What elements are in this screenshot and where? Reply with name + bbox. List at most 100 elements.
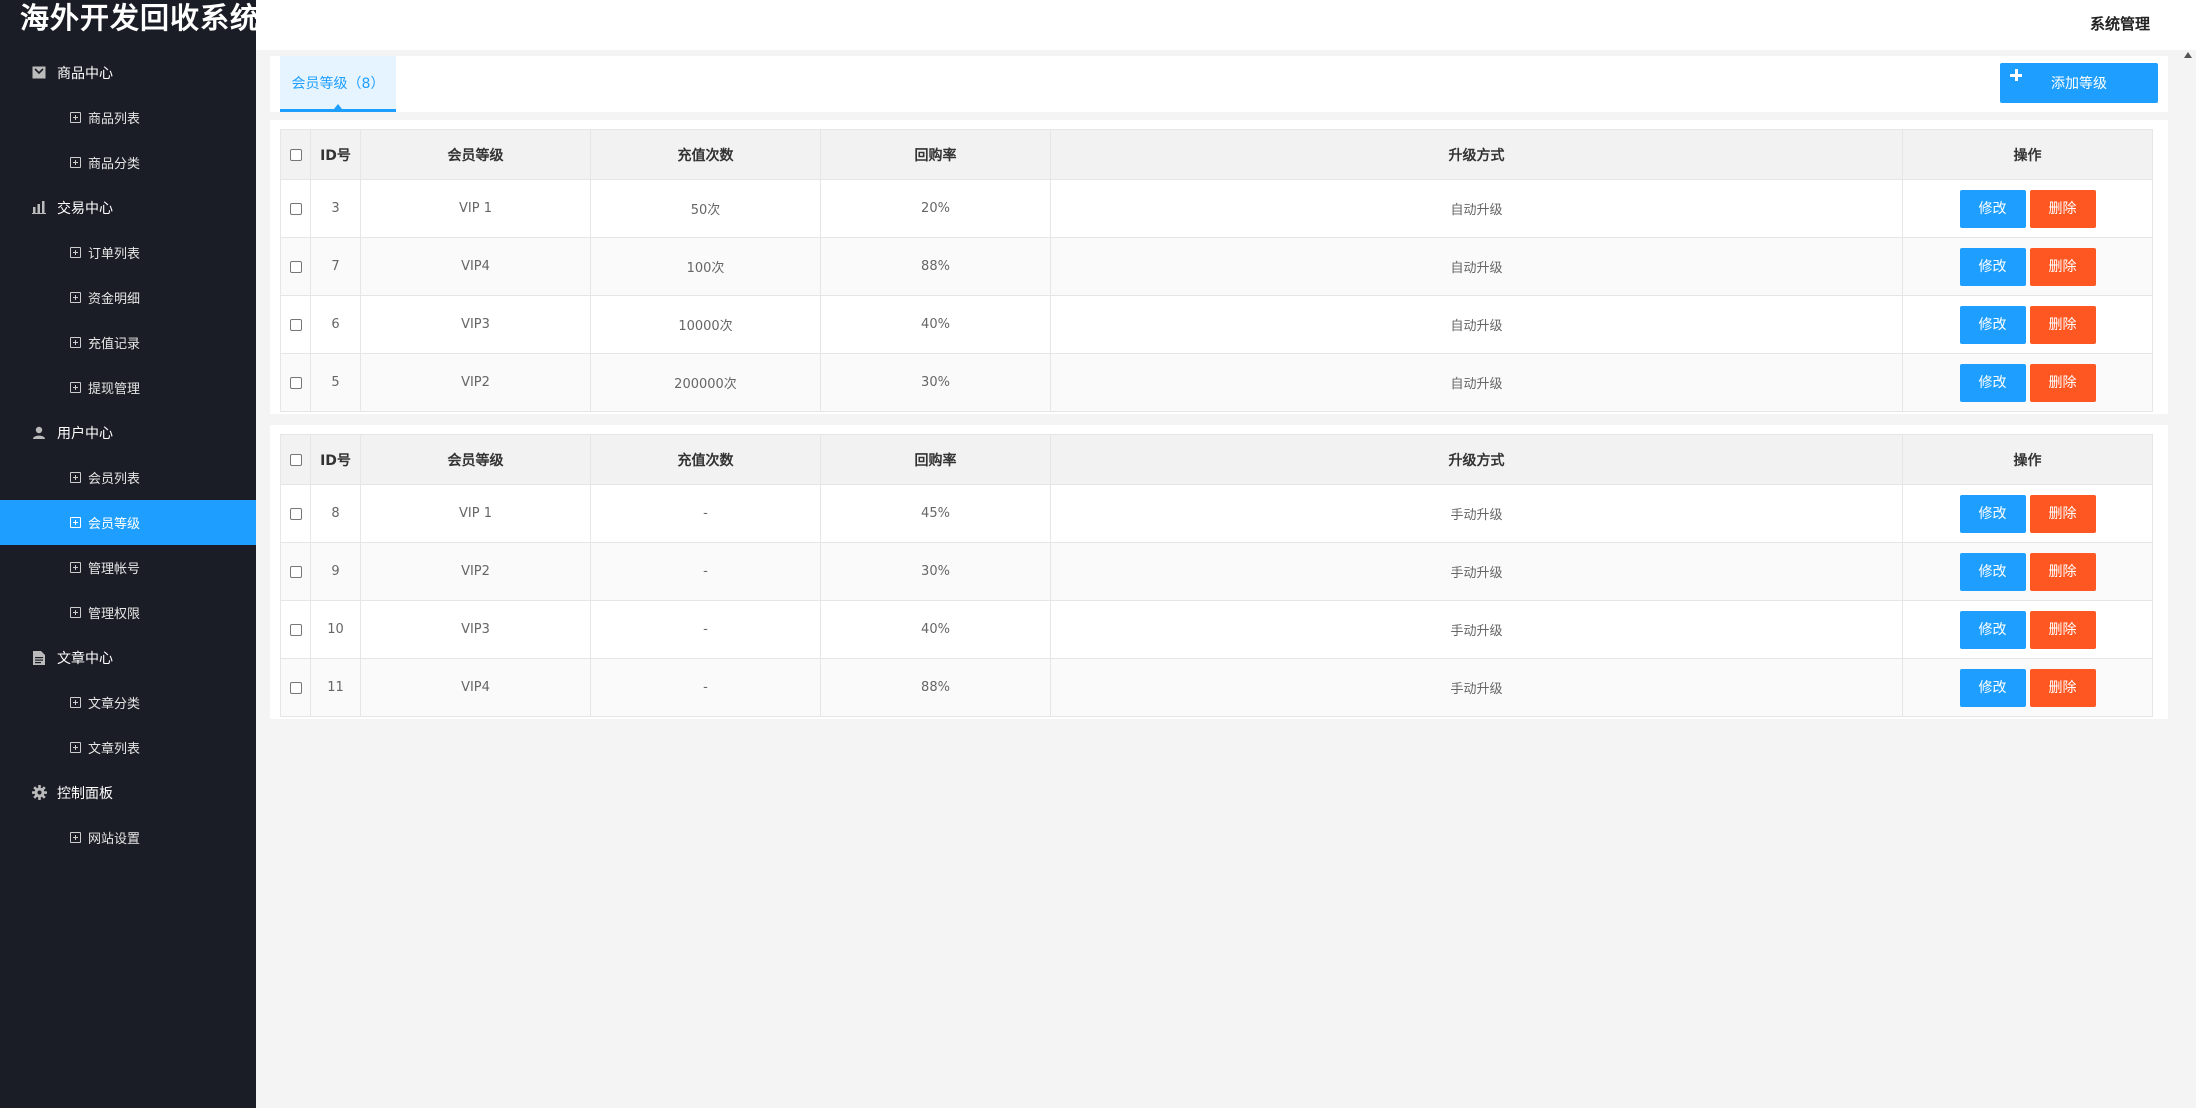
column-header-method: 升级方式: [1050, 129, 1903, 180]
sidebar-item-goods-category[interactable]: 商品分类: [0, 140, 256, 185]
column-header-recharge: 充值次数: [590, 434, 821, 485]
delete-button[interactable]: 删除: [2029, 668, 2096, 707]
table-row: 11 VIP4 - 88% 手动升级 修改 删除: [280, 658, 2153, 717]
add-level-button[interactable]: 添加等级: [2000, 63, 2158, 103]
sidebar-item-label: 文章分类: [88, 697, 141, 712]
cell-rate: 40%: [820, 295, 1051, 354]
cell-actions: 修改 删除: [1902, 237, 2153, 296]
cell-rate: 88%: [820, 237, 1051, 296]
column-header-id: ID号: [310, 129, 361, 180]
sidebar-item-orders[interactable]: 订单列表: [0, 230, 256, 275]
row-checkbox[interactable]: [289, 376, 302, 389]
row-checkbox[interactable]: [289, 318, 302, 331]
edit-button[interactable]: 修改: [1959, 668, 2026, 707]
cell-rate: 20%: [820, 179, 1051, 238]
cell-level: VIP 1: [360, 484, 591, 543]
table-row: 3 VIP 1 50次 20% 自动升级 修改 删除: [280, 179, 2153, 238]
plus-square-icon: [70, 742, 81, 753]
column-header-actions: 操作: [1902, 434, 2153, 485]
cell-level: VIP3: [360, 295, 591, 354]
cell-recharge: -: [590, 484, 821, 543]
column-header-level: 会员等级: [360, 129, 591, 180]
sidebar-group-goods[interactable]: 商品中心: [0, 50, 256, 95]
cell-recharge: -: [590, 600, 821, 659]
cell-recharge: 10000次: [590, 295, 821, 354]
level-table-panel-auto: ID号 会员等级 充值次数 回购率 升级方式 操作 3 VIP 1 50次 20…: [270, 120, 2168, 414]
sidebar-item-goods-list[interactable]: 商品列表: [0, 95, 256, 140]
sidebar-group-control[interactable]: 控制面板: [0, 770, 256, 815]
cell-actions: 修改 删除: [1902, 600, 2153, 659]
sidebar-item-funds[interactable]: 资金明细: [0, 275, 256, 320]
delete-button[interactable]: 删除: [2029, 610, 2096, 649]
sidebar-item-withdraw[interactable]: 提现管理: [0, 365, 256, 410]
column-header-recharge: 充值次数: [590, 129, 821, 180]
sidebar-item-article-category[interactable]: 文章分类: [0, 680, 256, 725]
row-checkbox[interactable]: [289, 681, 302, 694]
row-checkbox[interactable]: [289, 202, 302, 215]
edit-button[interactable]: 修改: [1959, 247, 2026, 286]
cell-method: 自动升级: [1050, 353, 1903, 412]
sidebar-item-members[interactable]: 会员列表: [0, 455, 256, 500]
scroll-up-arrow-icon[interactable]: [2184, 52, 2192, 58]
cell-id: 5: [310, 353, 361, 412]
cell-level: VIP3: [360, 600, 591, 659]
sidebar-group-users[interactable]: 用户中心: [0, 410, 256, 455]
row-checkbox[interactable]: [289, 260, 302, 273]
cell-rate: 30%: [820, 542, 1051, 601]
edit-button[interactable]: 修改: [1959, 363, 2026, 402]
top-header: 系统管理: [256, 0, 2196, 50]
sidebar-group-articles[interactable]: 文章中心: [0, 635, 256, 680]
scrollbar[interactable]: [2180, 50, 2196, 1108]
row-checkbox[interactable]: [289, 565, 302, 578]
select-all-checkbox[interactable]: [289, 148, 302, 161]
sidebar-item-admin-permissions[interactable]: 管理权限: [0, 590, 256, 635]
cell-id: 7: [310, 237, 361, 296]
tab-caret-icon: [334, 104, 342, 109]
plus-square-icon: [70, 157, 81, 168]
delete-button[interactable]: 删除: [2029, 247, 2096, 286]
sidebar-item-label: 商品分类: [88, 157, 141, 172]
sidebar-item-label: 提现管理: [88, 382, 141, 397]
plus-square-icon: [70, 382, 81, 393]
cell-method: 自动升级: [1050, 295, 1903, 354]
table-row: 7 VIP4 100次 88% 自动升级 修改 删除: [280, 237, 2153, 296]
plus-square-icon: [70, 337, 81, 348]
sidebar-item-label: 会员列表: [88, 472, 141, 487]
select-all-checkbox[interactable]: [289, 453, 302, 466]
sidebar-group-label: 控制面板: [57, 785, 113, 802]
edit-button[interactable]: 修改: [1959, 494, 2026, 533]
sidebar-group-trade[interactable]: 交易中心: [0, 185, 256, 230]
sidebar-item-recharge[interactable]: 充值记录: [0, 320, 256, 365]
cell-level: VIP 1: [360, 179, 591, 238]
sidebar-group-label: 文章中心: [57, 650, 113, 667]
cell-id: 11: [310, 658, 361, 717]
edit-button[interactable]: 修改: [1959, 189, 2026, 228]
edit-button[interactable]: 修改: [1959, 305, 2026, 344]
table-header-row: ID号 会员等级 充值次数 回购率 升级方式 操作: [280, 129, 2153, 180]
sidebar-nav: 商品中心 商品列表 商品分类 交易中心 订单列表 资金明细 充值记录 提现管理 …: [0, 50, 256, 860]
sidebar-item-label: 文章列表: [88, 742, 141, 757]
cell-method: 手动升级: [1050, 484, 1903, 543]
cell-rate: 88%: [820, 658, 1051, 717]
sidebar-item-site-settings[interactable]: 网站设置: [0, 815, 256, 860]
sidebar-item-label: 订单列表: [88, 247, 141, 262]
cell-recharge: -: [590, 542, 821, 601]
edit-button[interactable]: 修改: [1959, 552, 2026, 591]
delete-button[interactable]: 删除: [2029, 189, 2096, 228]
row-checkbox[interactable]: [289, 623, 302, 636]
gear-icon: [30, 784, 48, 802]
sidebar-item-admin-accounts[interactable]: 管理帐号: [0, 545, 256, 590]
delete-button[interactable]: 删除: [2029, 552, 2096, 591]
delete-button[interactable]: 删除: [2029, 305, 2096, 344]
sidebar-item-article-list[interactable]: 文章列表: [0, 725, 256, 770]
cell-level: VIP4: [360, 237, 591, 296]
edit-button[interactable]: 修改: [1959, 610, 2026, 649]
sidebar-item-member-levels[interactable]: 会员等级: [0, 500, 256, 545]
cell-method: 手动升级: [1050, 658, 1903, 717]
tab-member-levels[interactable]: 会员等级（8）: [280, 56, 396, 112]
delete-button[interactable]: 删除: [2029, 494, 2096, 533]
cell-rate: 30%: [820, 353, 1051, 412]
system-management-menu[interactable]: 系统管理: [2090, 13, 2150, 34]
row-checkbox[interactable]: [289, 507, 302, 520]
delete-button[interactable]: 删除: [2029, 363, 2096, 402]
